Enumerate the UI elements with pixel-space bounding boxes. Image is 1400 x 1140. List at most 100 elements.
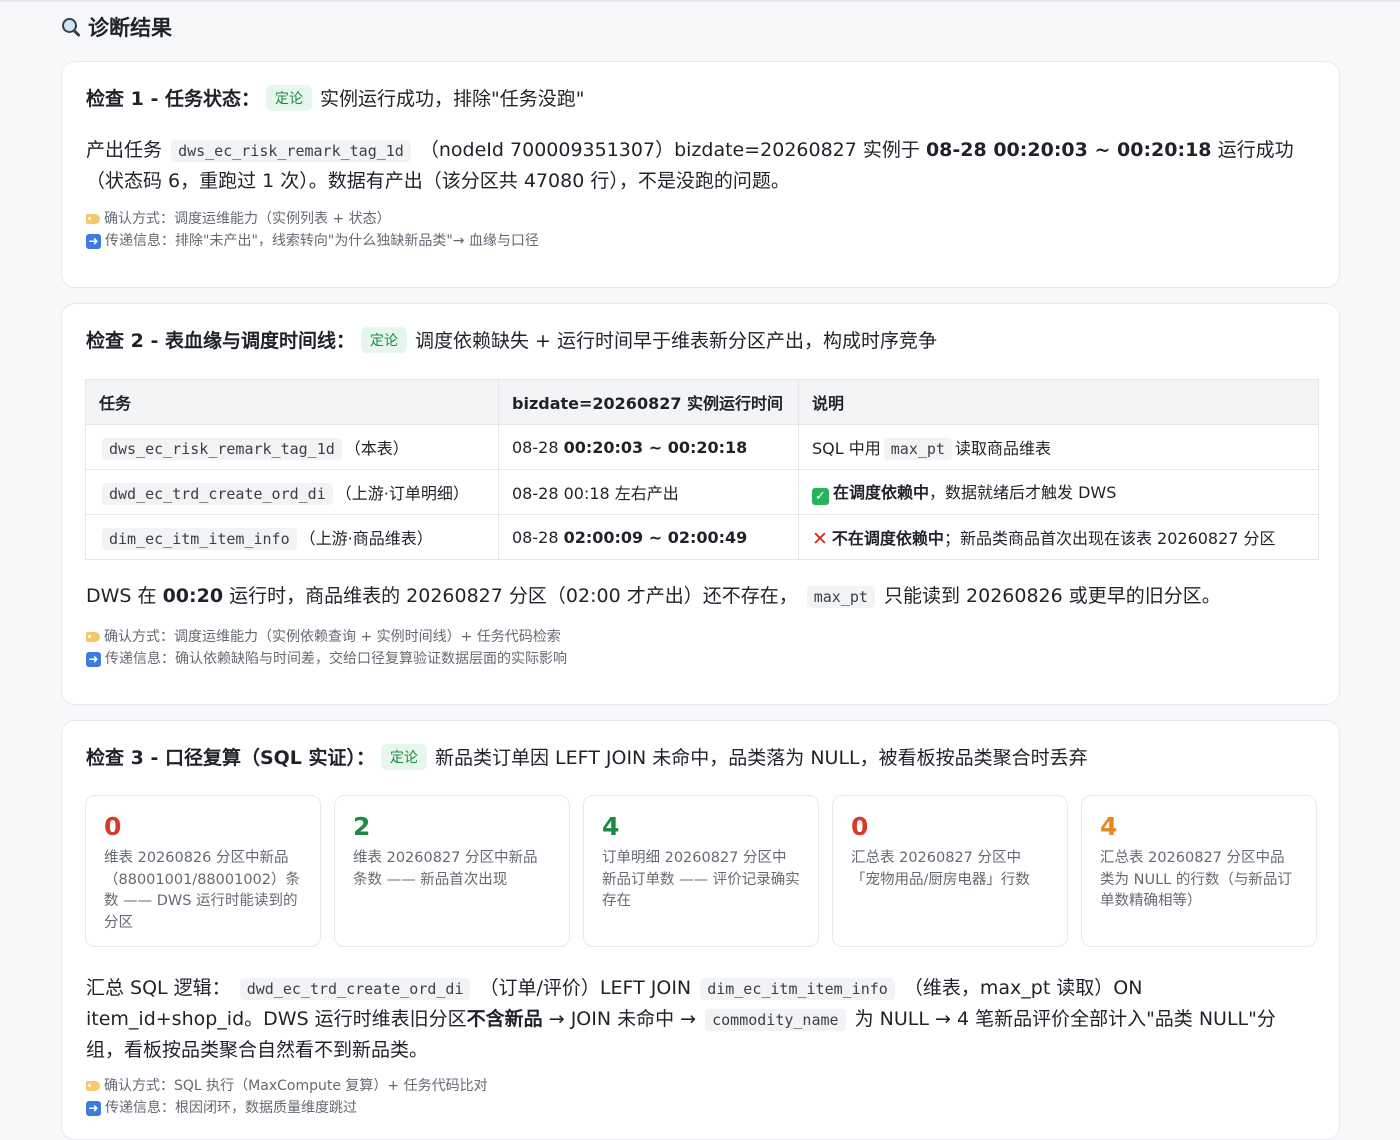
sql-code: dwd_ec_trd_create_ord_di: [239, 978, 471, 1000]
code-task-name: dws_ec_risk_remark_tag_1d: [171, 140, 411, 162]
note-code: max_pt: [883, 438, 952, 460]
stat-description: 订单明细 20260827 分区中新品订单数 —— 评价记录确实存在: [602, 850, 800, 909]
check1-body-text: （nodeId 700009351307）bizdate=20260827 实例…: [419, 139, 920, 161]
top-divider: [0, 0, 1400, 2]
column-header: 说明: [798, 379, 1319, 425]
stat-description: 汇总表 20260827 分区中品类为 NULL 的行数（与新品订单数精确相等）: [1100, 850, 1292, 909]
task-cell: dwd_ec_trd_create_ord_di （上游·订单明细）: [85, 469, 499, 515]
note-cell: ✕ 不在调度依赖中；新品类商品首次出现在该表 20260827 分区: [798, 514, 1319, 560]
summary-code: max_pt: [806, 586, 875, 608]
sql-text: 汇总 SQL 逻辑：: [86, 977, 231, 999]
sql-bold: 不含新品: [466, 1008, 543, 1030]
confirm-method: 确认方式：调度运维能力（实例列表 + 状态）: [104, 211, 391, 227]
time-cell: 08-28 00:20:03 ~ 00:20:18: [498, 424, 799, 470]
time-bold: 00:20:03 ~ 00:20:18: [563, 437, 748, 457]
stat-description: 维表 20260826 分区中新品（88001001/88001002）条数 —…: [104, 850, 300, 931]
sql-code: commodity_name: [705, 1009, 846, 1031]
task-cell: dws_ec_risk_remark_tag_1d （本表）: [85, 424, 499, 470]
check1-verdict: 实例运行成功，排除"任务没跑": [319, 88, 585, 110]
verdict-badge: 定论: [360, 326, 407, 353]
check1-body-text: 产出任务: [86, 139, 163, 161]
arrow-right-icon: ➜: [86, 1100, 101, 1116]
check3-meta: 确认方式：SQL 执行（MaxCompute 复算）+ 任务代码比对 ➜ 传递信息…: [86, 1075, 488, 1119]
check3-sql-logic: 汇总 SQL 逻辑： dwd_ec_trd_create_ord_di （订单/…: [86, 973, 1306, 1065]
check2-meta: 确认方式：调度运维能力（实例依赖查询 + 实例时间线）+ 任务代码检索 ➜ 传递信…: [86, 626, 567, 670]
confirm-method: 确认方式：SQL 执行（MaxCompute 复算）+ 任务代码比对: [104, 1078, 488, 1094]
check1-body: 产出任务 dws_ec_risk_remark_tag_1d （nodeId 7…: [86, 135, 1306, 196]
check-icon: ✓: [812, 488, 829, 505]
check1-header: 检查 1 - 任务状态： 定论 实例运行成功，排除"任务没跑": [86, 84, 584, 111]
magnifier-icon: [60, 16, 82, 38]
summary-text: 运行时，商品维表的 20260827 分区（02:00 才产出）还不存在，: [229, 585, 798, 607]
stat-number: 0: [851, 812, 869, 841]
page-title-text: 诊断结果: [88, 16, 172, 40]
pass-info: 传递信息：根因闭环，数据质量维度跳过: [105, 1100, 357, 1116]
confirm-method: 确认方式：调度运维能力（实例依赖查询 + 实例时间线）+ 任务代码检索: [104, 629, 561, 645]
table-row: dim_ec_itm_item_info （上游·商品维表） 08-28 02:0…: [85, 514, 1319, 560]
stat-number: 2: [353, 812, 371, 841]
lineage-table: 任务 bizdate=20260827 实例运行时间 说明 dws_ec_ris…: [85, 379, 1319, 560]
check2-title: 检查 2 - 表血缘与调度时间线：: [86, 330, 355, 352]
stat-number: 0: [104, 812, 122, 841]
tag-icon: [86, 214, 100, 224]
table-row: dws_ec_risk_remark_tag_1d （本表） 08-28 00:2…: [85, 424, 1319, 470]
stat-description: 汇总表 20260827 分区中「宠物用品/厨房电器」行数: [851, 850, 1030, 888]
tag-icon: [86, 1081, 100, 1091]
pass-info: 传递信息：确认依赖缺陷与时间差，交给口径复算验证数据层面的实际影响: [105, 651, 567, 667]
check2-card: 检查 2 - 表血缘与调度时间线： 定论 调度依赖缺失 + 运行时间早于维表新分…: [61, 303, 1340, 705]
check1-time-range: 08-28 00:20:03 ~ 00:20:18: [925, 139, 1212, 161]
check3-header: 检查 3 - 口径复算（SQL 实证）： 定论 新品类订单因 LEFT JOIN…: [86, 743, 1088, 770]
note-text: ；新品类商品首次出现在该表 20260827 分区: [943, 528, 1276, 548]
stat-card: 4 汇总表 20260827 分区中品类为 NULL 的行数（与新品订单数精确相…: [1081, 795, 1317, 947]
note-cell: ✓ 在调度依赖中，数据就绪后才触发 DWS: [798, 469, 1319, 515]
sql-text: → JOIN 未命中 →: [548, 1008, 697, 1030]
check2-header: 检查 2 - 表血缘与调度时间线： 定论 调度依赖缺失 + 运行时间早于维表新分…: [86, 326, 937, 353]
time-text: 08-28: [512, 527, 564, 547]
time-text: 08-28: [512, 437, 564, 457]
summary-bold: 00:20: [162, 585, 224, 607]
task-role: （本表）: [344, 439, 409, 458]
note-text: 读取商品维表: [954, 439, 1051, 458]
verdict-badge: 定论: [381, 743, 428, 770]
sql-code: dim_ec_itm_item_info: [700, 978, 895, 1000]
check3-card: 检查 3 - 口径复算（SQL 实证）： 定论 新品类订单因 LEFT JOIN…: [61, 720, 1340, 1140]
check3-title: 检查 3 - 口径复算（SQL 实证）：: [86, 747, 376, 769]
summary-text: 只能读到 20260826 或更早的旧分区。: [883, 585, 1221, 607]
arrow-right-icon: ➜: [86, 233, 101, 249]
task-code: dim_ec_itm_item_info: [102, 528, 297, 550]
check1-meta: 确认方式：调度运维能力（实例列表 + 状态） ➜ 传递信息：排除"未产出"，线索转…: [86, 208, 539, 252]
page-title: 诊断结果: [60, 12, 172, 42]
check2-summary: DWS 在 00:20 运行时，商品维表的 20260827 分区（02:00 …: [86, 581, 1306, 612]
column-header: bizdate=20260827 实例运行时间: [498, 379, 799, 425]
check2-verdict: 调度依赖缺失 + 运行时间早于维表新分区产出，构成时序竞争: [414, 330, 937, 352]
task-code: dws_ec_risk_remark_tag_1d: [102, 438, 342, 460]
cross-icon: ✕: [812, 527, 828, 550]
check3-verdict: 新品类订单因 LEFT JOIN 未命中，品类落为 NULL，被看板按品类聚合时…: [435, 747, 1088, 769]
time-cell: 08-28 00:18 左右产出: [498, 469, 799, 515]
task-role: （上游·订单明细）: [335, 484, 469, 503]
note-text: ，数据就绪后才触发 DWS: [929, 483, 1117, 502]
stat-number: 4: [602, 812, 620, 841]
task-cell: dim_ec_itm_item_info （上游·商品维表）: [85, 514, 499, 560]
stat-card: 2 维表 20260827 分区中新品条数 —— 新品首次出现: [334, 795, 570, 947]
stat-number: 4: [1100, 812, 1118, 841]
verdict-badge: 定论: [265, 84, 312, 111]
time-bold: 02:00:09 ~ 02:00:49: [563, 527, 748, 547]
note-cell: SQL 中用 max_pt 读取商品维表: [798, 424, 1319, 470]
note-text: SQL 中用: [812, 439, 881, 458]
time-text: 08-28 00:18 左右产出: [512, 484, 679, 503]
table-row: dwd_ec_trd_create_ord_di （上游·订单明细） 08-28 …: [85, 469, 1319, 515]
time-cell: 08-28 02:00:09 ~ 02:00:49: [498, 514, 799, 560]
table-header-row: 任务 bizdate=20260827 实例运行时间 说明: [85, 379, 1319, 425]
column-header: 任务: [85, 379, 499, 425]
check1-title: 检查 1 - 任务状态：: [86, 88, 260, 110]
tag-icon: [86, 632, 100, 642]
note-bold: 不在调度依赖中: [831, 528, 944, 548]
task-role: （上游·商品维表）: [299, 529, 433, 548]
arrow-right-icon: ➜: [86, 651, 101, 667]
note-bold: 在调度依赖中: [833, 483, 930, 502]
stat-card: 0 汇总表 20260827 分区中「宠物用品/厨房电器」行数: [832, 795, 1068, 947]
stat-description: 维表 20260827 分区中新品条数 —— 新品首次出现: [353, 850, 538, 888]
check1-card: 检查 1 - 任务状态： 定论 实例运行成功，排除"任务没跑" 产出任务 dws…: [61, 61, 1340, 288]
stat-card: 0 维表 20260826 分区中新品（88001001/88001002）条数…: [85, 795, 321, 947]
